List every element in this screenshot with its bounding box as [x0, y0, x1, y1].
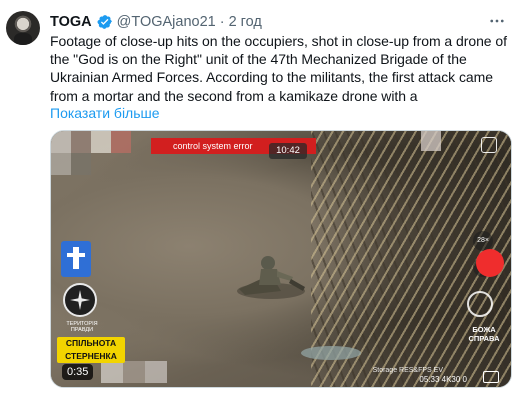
separator-dot: · [219, 14, 225, 30]
video-duration: 0:35 [62, 364, 94, 380]
blur-block [145, 361, 167, 383]
blur-block [71, 153, 91, 175]
gallery-icon[interactable] [483, 371, 499, 383]
blur-block [51, 153, 71, 175]
tweet-header: TOGA @TOGAjano21 · 2 год [50, 12, 262, 32]
avatar[interactable] [6, 11, 40, 45]
channel-badge: СПІЛЬНОТА СТЕРНЕНКА [57, 337, 125, 363]
video-player[interactable]: control system error 10:42 ТЕРИТОРІЯ ПРА… [50, 130, 512, 388]
capture-ring-icon[interactable] [467, 291, 493, 317]
tweet-time[interactable]: 2 год [229, 14, 262, 30]
channel-badge-line1: СПІЛЬНОТА [65, 338, 117, 348]
blur-block [91, 131, 111, 153]
video-clock: 10:42 [269, 143, 307, 159]
blur-block [101, 361, 123, 383]
blur-block [111, 131, 131, 153]
zoom-label: 28× [473, 231, 493, 251]
soldier-figure [237, 256, 305, 299]
unit-watermark: БОЖА СПРАВА [464, 325, 504, 343]
blur-block [71, 131, 91, 153]
author-name[interactable]: TOGA [50, 14, 92, 30]
author-handle[interactable]: @TOGAjano21 [117, 14, 216, 30]
blur-block [51, 131, 71, 153]
logo-caption: ТЕРИТОРІЯ ПРАВДИ [66, 321, 98, 333]
camera-readout: 05:33 4K30 0 [419, 375, 467, 384]
unit-logo-icon [63, 283, 97, 317]
tweet[interactable]: TOGA @TOGAjano21 · 2 год Footage of clos… [0, 0, 518, 401]
more-icon[interactable] [488, 12, 506, 30]
record-button[interactable] [476, 249, 504, 277]
verified-badge-icon [97, 14, 113, 30]
tweet-text: Footage of close-up hits on the occupier… [50, 33, 507, 104]
blur-block [421, 131, 441, 151]
channel-badge-line2: СТЕРНЕНКА [65, 351, 117, 361]
brigade-emblem-icon [61, 241, 91, 277]
unit-watermark-line2: СПРАВА [468, 334, 500, 343]
unit-watermark-line1: БОЖА [472, 325, 496, 334]
show-more-link[interactable]: Показати більше [50, 104, 160, 122]
debris-patch [301, 346, 361, 360]
blur-block [123, 361, 145, 383]
camera-status: Storage RES&FPS EV [372, 367, 443, 374]
fullscreen-icon[interactable] [481, 137, 497, 153]
